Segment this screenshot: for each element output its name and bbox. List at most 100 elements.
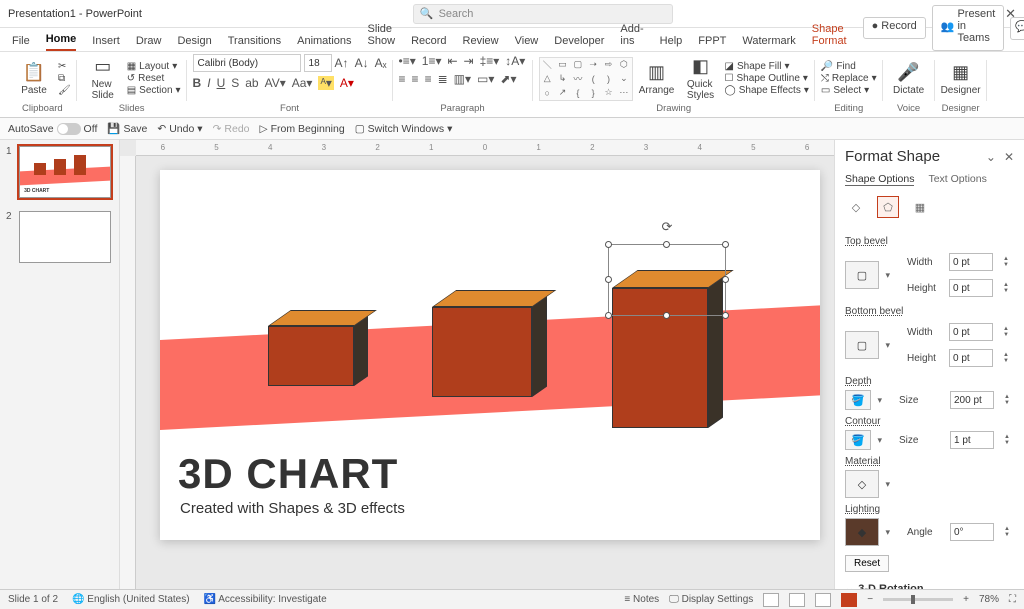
display-settings-button[interactable]: 🖵 Display Settings [669, 594, 753, 605]
new-slide-button[interactable]: ▭New Slide [83, 56, 123, 101]
top-bevel-width-input[interactable]: 0 pt [949, 253, 993, 271]
indent-dec-button[interactable]: ⇤ [447, 54, 457, 68]
zoom-slider[interactable] [883, 598, 953, 601]
fill-line-tab[interactable]: ◇ [845, 196, 867, 218]
zoom-in-button[interactable]: + [963, 594, 969, 605]
spinner[interactable]: ▲▼ [1003, 256, 1013, 268]
redo-button[interactable]: ↷ Redo [213, 123, 250, 135]
shrink-font-button[interactable]: A↓ [355, 56, 369, 70]
slide-subtitle[interactable]: Created with Shapes & 3D effects [180, 500, 405, 517]
smartart-button[interactable]: ⬈▾ [500, 72, 516, 86]
tab-help[interactable]: Help [660, 35, 683, 51]
rotate-handle-icon[interactable]: ⟳ [662, 219, 673, 235]
search-box[interactable]: 🔍 Search [413, 4, 673, 24]
find-button[interactable]: 🔎 Find [821, 61, 877, 72]
lighting-picker[interactable]: ◆ [845, 518, 879, 546]
italic-button[interactable]: I [207, 76, 210, 90]
section-button[interactable]: ▤ Section ▾ [127, 85, 181, 96]
shapes-gallery[interactable]: ＼▭▢➝⇨⬡ △↳〰()⌄ ○↗{}☆⋯ [539, 57, 633, 101]
bold-button[interactable]: B [193, 76, 202, 90]
tab-transitions[interactable]: Transitions [228, 35, 281, 51]
case-button[interactable]: Aa▾ [292, 76, 313, 90]
section-3d-rotation[interactable]: ⌄3-D Rotation [845, 582, 1014, 589]
tab-design[interactable]: Design [177, 35, 211, 51]
zoom-level[interactable]: 78% [979, 594, 999, 605]
comments-button[interactable]: 💬 [1010, 17, 1024, 40]
tab-developer[interactable]: Developer [554, 35, 604, 51]
pane-close-icon[interactable]: ✕ [1004, 150, 1014, 164]
strike-button[interactable]: S [231, 76, 239, 90]
justify-button[interactable]: ≣ [438, 72, 448, 86]
tab-home[interactable]: Home [46, 33, 77, 51]
selection-frame[interactable]: ⟳ [608, 244, 726, 316]
format-painter-button[interactable]: 🖌 [58, 85, 71, 96]
numbering-button[interactable]: 1≡▾ [422, 54, 442, 68]
shape-outline-button[interactable]: ☐ Shape Outline ▾ [725, 73, 809, 84]
slideshow-view-button[interactable] [841, 593, 857, 607]
text-direction-button[interactable]: ↕A▾ [505, 54, 525, 68]
notes-button[interactable]: ≡ Notes [624, 594, 659, 605]
spinner[interactable]: ▲▼ [1003, 352, 1013, 364]
tab-shape-options[interactable]: Shape Options [845, 173, 914, 186]
shadow-button[interactable]: ab [245, 76, 258, 90]
align-text-button[interactable]: ▭▾ [477, 72, 494, 86]
tab-slideshow[interactable]: Slide Show [368, 23, 396, 51]
save-button[interactable]: 💾 Save [107, 122, 147, 135]
normal-view-button[interactable] [763, 593, 779, 607]
record-button[interactable]: ●Record [863, 17, 926, 39]
language-status[interactable]: 🌐 English (United States) [72, 594, 190, 605]
spinner[interactable]: ▲▼ [1004, 526, 1014, 538]
align-left-button[interactable]: ≡ [399, 72, 406, 86]
from-beginning-button[interactable]: ▷ From Beginning [260, 123, 345, 135]
reset-button[interactable]: Reset [845, 555, 889, 572]
dictate-button[interactable]: 🎤Dictate [889, 62, 929, 96]
tab-file[interactable]: File [12, 35, 30, 51]
align-center-button[interactable]: ≡ [412, 72, 419, 86]
replace-button[interactable]: ⤭ Replace ▾ [821, 73, 877, 84]
pane-dropdown-icon[interactable]: ⌄ [986, 150, 996, 164]
accessibility-status[interactable]: ♿ Accessibility: Investigate [204, 594, 327, 605]
shape-effects-button[interactable]: ◯ Shape Effects ▾ [725, 85, 809, 96]
contour-size-input[interactable]: 1 pt [950, 431, 994, 449]
depth-size-input[interactable]: 200 pt [950, 391, 994, 409]
spinner[interactable]: ▲▼ [1004, 434, 1014, 446]
tab-addins[interactable]: Add-ins [620, 23, 643, 51]
thumbnail-1[interactable]: 3D CHART [19, 146, 111, 198]
tab-fppt[interactable]: FPPT [698, 35, 726, 51]
bottom-bevel-picker[interactable]: ▢ [845, 331, 879, 359]
columns-button[interactable]: ▥▾ [454, 72, 471, 86]
tab-insert[interactable]: Insert [92, 35, 120, 51]
undo-button[interactable]: ↶ Undo ▾ [157, 123, 202, 135]
size-props-tab[interactable]: ▦ [909, 196, 931, 218]
bottom-bevel-width-input[interactable]: 0 pt [949, 323, 993, 341]
slide-title[interactable]: 3D CHART [178, 450, 398, 498]
depth-color-picker[interactable]: 🪣 [845, 390, 871, 410]
effects-tab[interactable]: ⬠ [877, 196, 899, 218]
top-bevel-picker[interactable]: ▢ [845, 261, 879, 289]
copy-button[interactable]: ⧉ [58, 73, 71, 84]
spacing-button[interactable]: AV▾ [265, 76, 286, 90]
layout-button[interactable]: ▦ Layout ▾ [127, 61, 181, 72]
tab-text-options[interactable]: Text Options [928, 173, 986, 186]
tab-draw[interactable]: Draw [136, 35, 162, 51]
cut-button[interactable]: ✂ [58, 61, 71, 72]
quick-styles-button[interactable]: ◧Quick Styles [681, 56, 721, 101]
spinner[interactable]: ▲▼ [1003, 326, 1013, 338]
sorter-view-button[interactable] [789, 593, 805, 607]
autosave-toggle[interactable]: AutoSaveOff [8, 123, 97, 135]
tab-view[interactable]: View [515, 35, 539, 51]
designer-button[interactable]: ▦Designer [941, 62, 981, 96]
material-picker[interactable]: ◇ [845, 470, 879, 498]
tab-watermark[interactable]: Watermark [742, 35, 795, 51]
line-spacing-button[interactable]: ‡≡▾ [480, 54, 500, 68]
highlight-button[interactable]: ᴬ▾ [318, 76, 333, 90]
align-right-button[interactable]: ≡ [425, 72, 432, 86]
reset-button[interactable]: ↺ Reset [127, 73, 181, 84]
underline-button[interactable]: U [217, 76, 226, 90]
slide-canvas[interactable]: 6543210123456 ⟳ [120, 140, 834, 589]
contour-color-picker[interactable]: 🪣 [845, 430, 871, 450]
shape-fill-button[interactable]: ◪ Shape Fill ▾ [725, 61, 809, 72]
top-bevel-height-input[interactable]: 0 pt [949, 279, 993, 297]
indent-inc-button[interactable]: ⇥ [464, 54, 474, 68]
spinner[interactable]: ▲▼ [1004, 394, 1014, 406]
